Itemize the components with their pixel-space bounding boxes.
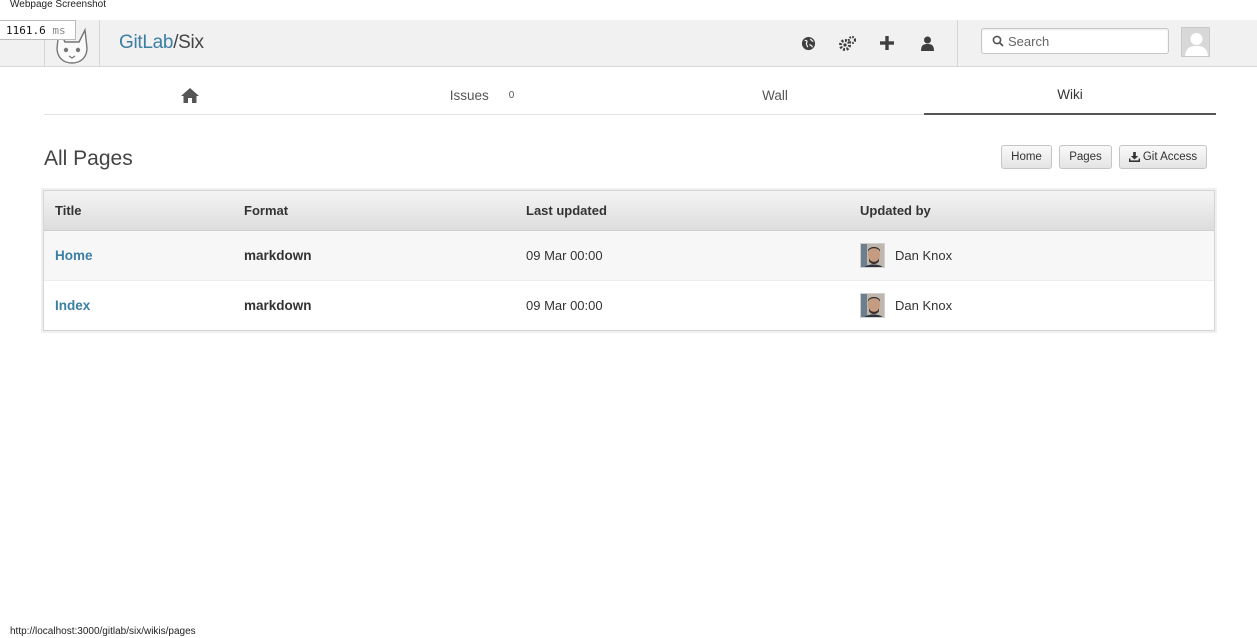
project-breadcrumb: GitLab/Six	[119, 33, 204, 53]
search-input[interactable]	[1008, 33, 1168, 49]
wiki-pages-table: Title Format Last updated Updated by Hom…	[43, 190, 1215, 331]
search-icon	[992, 35, 1004, 47]
home-button[interactable]: Home	[1001, 145, 1052, 169]
group-link[interactable]: GitLab	[119, 32, 173, 53]
plus-icon[interactable]	[877, 33, 897, 53]
page-format: markdown	[243, 230, 525, 281]
project-name[interactable]: Six	[178, 32, 204, 53]
updated-by-user[interactable]: Dan Knox	[895, 298, 952, 313]
tab-home[interactable]	[44, 76, 336, 114]
pages-button[interactable]: Pages	[1059, 145, 1112, 169]
page-label: Webpage Screenshot	[0, 0, 106, 11]
user-avatar	[860, 242, 885, 268]
updated-by-user[interactable]: Dan Knox	[895, 248, 952, 263]
tab-wiki-label: Wiki	[1057, 87, 1083, 102]
cogs-icon[interactable]	[837, 33, 857, 53]
page-link[interactable]: Home	[55, 248, 93, 263]
tab-wiki[interactable]: Wiki	[924, 76, 1216, 115]
render-timing: 1161.6 ms	[0, 20, 76, 40]
user-icon[interactable]	[917, 33, 937, 53]
status-bar-url: http://localhost:3000/gitlab/six/wikis/p…	[10, 626, 196, 637]
table-row: Home markdown 09 Mar 00:00 Dan Knox	[44, 230, 1214, 281]
issues-count-badge: 0	[508, 89, 515, 101]
page-link[interactable]: Index	[55, 298, 90, 313]
page-updated: 09 Mar 00:00	[526, 297, 603, 313]
git-access-label: Git Access	[1142, 151, 1198, 163]
timing-unit: ms	[52, 24, 66, 37]
project-tabs: Issues 0 Wall Wiki	[44, 76, 1216, 115]
table-header-row: Title Format Last updated Updated by	[44, 191, 1214, 231]
current-user-avatar[interactable]	[1181, 27, 1210, 57]
timing-value: 1161.6	[6, 24, 46, 37]
column-header-title: Title	[44, 191, 243, 231]
globe-icon[interactable]	[798, 33, 818, 53]
user-avatar	[860, 292, 885, 318]
column-header-last-updated: Last updated	[525, 191, 859, 231]
search-field[interactable]	[981, 28, 1169, 54]
column-header-updated-by: Updated by	[859, 191, 1214, 231]
download-icon	[1128, 152, 1140, 162]
page-updated: 09 Mar 00:00	[525, 230, 859, 281]
git-access-button[interactable]: Git Access	[1119, 145, 1207, 169]
tab-issues-label: Issues	[449, 87, 489, 103]
tab-wall-label: Wall	[762, 87, 788, 103]
top-navbar: GitLab/Six	[0, 20, 1257, 67]
page-title: All Pages	[44, 147, 133, 170]
tab-wall[interactable]: Wall	[629, 76, 921, 114]
page-format: markdown	[244, 297, 312, 313]
column-header-format: Format	[243, 191, 525, 231]
table-row: Index markdown 09 Mar 00:00 Dan Knox	[44, 280, 1214, 330]
home-icon	[181, 87, 199, 103]
tab-issues[interactable]: Issues 0	[336, 76, 628, 114]
search-area	[957, 20, 1257, 66]
